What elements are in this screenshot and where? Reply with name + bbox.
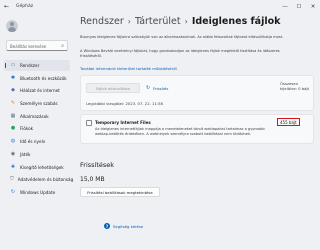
minimize-button[interactable]: — (278, 0, 292, 13)
sidebar-item-update[interactable]: ↻ Windows Update (4, 187, 70, 198)
accessibility-icon: ✚ (10, 163, 16, 170)
user-profile[interactable] (6, 20, 18, 32)
sidebar-item-monitor[interactable]: ▭ Rendszer (4, 60, 70, 71)
sidebar-item-label: Windows Update (20, 189, 56, 195)
title-bar: ← Gépház — ☐ ✕ (0, 0, 320, 16)
bluetooth-icon: ✱ (10, 74, 16, 81)
back-arrow-icon[interactable]: ← (4, 3, 9, 10)
avatar (6, 20, 18, 32)
item-description: Az Ideiglenes internetfájlok mappája a m… (95, 127, 265, 136)
breadcrumb: Rendszer › Tárterület › Ideiglenes fájlo… (80, 16, 280, 27)
sidebar-nav: ▭ Rendszer ✱ Bluetooth és eszközök ◆ Hálózat … (4, 60, 74, 200)
sidebar-item-label: Alkalmazások (20, 113, 49, 119)
globe-icon: ◍ (10, 138, 16, 145)
sidebar-item-brush[interactable]: ✎ Személyre szabás (4, 98, 70, 109)
app-title: Gépház (16, 4, 34, 9)
get-help-link[interactable]: Segítség kérése (113, 224, 143, 229)
breadcrumb-separator: › (127, 17, 131, 26)
sidebar-item-network[interactable]: ◆ Hálózat és internet (4, 85, 70, 96)
sidebar-item-label: Hálózat és internet (20, 88, 60, 94)
intro-text: Bizonyos ideiglenes fájlokra szükségük v… (80, 35, 284, 39)
sidebar-item-account[interactable]: ● Fiókok (4, 123, 70, 134)
sidebar-item-label: Rendszer (20, 63, 40, 68)
sidebar-item-shield[interactable]: ⛉ Adatvédelem és biztonság (4, 174, 74, 185)
temp-item-card[interactable]: Temporary Internet Files 455 bájt Az Ide… (80, 114, 314, 144)
sidebar-item-label: Személyre szabás (20, 101, 58, 107)
sidebar: Beállítás keresése ⌕ ▭ Rendszer ✱ Bluetooth… (0, 16, 74, 250)
account-icon: ● (10, 125, 16, 132)
sidebar-item-label: Bluetooth és eszközök (20, 75, 67, 81)
sidebar-item-gamepad[interactable]: ◉ Játék (4, 149, 70, 160)
updates-size: 15,0 MB (80, 176, 105, 183)
page-title: Ideiglenes fájlok (191, 16, 281, 27)
remove-files-button[interactable]: Fájlok eltávolítása (86, 83, 140, 93)
item-size: 455 bájt (277, 118, 300, 127)
sidebar-item-label: Idő és nyelv (20, 139, 46, 145)
item-checkbox[interactable] (86, 120, 92, 126)
search-input[interactable]: Beállítás keresése ⌕ (6, 40, 68, 51)
updates-title: Frissítések (80, 161, 115, 169)
actions-card: Fájlok eltávolítása ↻ Frissítés Összesen… (80, 75, 314, 111)
close-button[interactable]: ✕ (306, 0, 320, 13)
item-title: Temporary Internet Files (95, 120, 151, 125)
monitor-icon: ▭ (10, 62, 16, 68)
storage-info-link[interactable]: További információ tárterület tartalék m… (80, 66, 177, 71)
window-controls: — ☐ ✕ (278, 0, 320, 13)
network-icon: ◆ (11, 87, 15, 94)
sidebar-item-accessibility[interactable]: ✚ Kisegítő lehetőségek (4, 162, 70, 173)
last-scan-text: Legutóbbi vizsgálat: 2023. 07. 22. 11:58 (86, 101, 163, 106)
sidebar-item-label: Adatvédelem és biztonság (17, 177, 74, 183)
maximize-button[interactable]: ☐ (292, 0, 306, 13)
search-placeholder: Beállítás keresése (10, 43, 47, 49)
breadcrumb-tarterulet[interactable]: Tárterület (135, 16, 181, 27)
total-selected: Összesen kijelölve: 0 bájt (280, 81, 310, 91)
update-icon: ↻ (10, 188, 16, 195)
sidebar-item-apps[interactable]: ▦ Alkalmazások (4, 111, 70, 122)
brush-icon: ✎ (10, 100, 16, 107)
sidebar-item-label: Kisegítő lehetőségek (20, 164, 64, 170)
shield-icon: ⛉ (10, 176, 14, 183)
breadcrumb-separator: › (184, 17, 188, 26)
gamepad-icon: ◉ (10, 150, 16, 157)
intro-note: A Windows Beváló vezérelnyi fájlokat, ho… (80, 49, 280, 58)
sidebar-item-label: Játék (20, 151, 31, 157)
apps-icon: ▦ (10, 112, 16, 119)
search-icon: ⌕ (61, 43, 64, 49)
help-icon[interactable]: ? (104, 223, 110, 229)
refresh-link[interactable]: Frissítés (153, 86, 168, 91)
sidebar-item-globe[interactable]: ◍ Idő és nyelv (4, 136, 70, 147)
view-update-settings-button[interactable]: Frissítési beállítások megtekintése (80, 187, 160, 197)
sidebar-item-bluetooth[interactable]: ✱ Bluetooth és eszközök (4, 73, 70, 84)
refresh-icon[interactable]: ↻ (146, 85, 150, 91)
sidebar-item-label: Fiókok (20, 126, 34, 132)
breadcrumb-rendszer[interactable]: Rendszer (80, 16, 124, 27)
